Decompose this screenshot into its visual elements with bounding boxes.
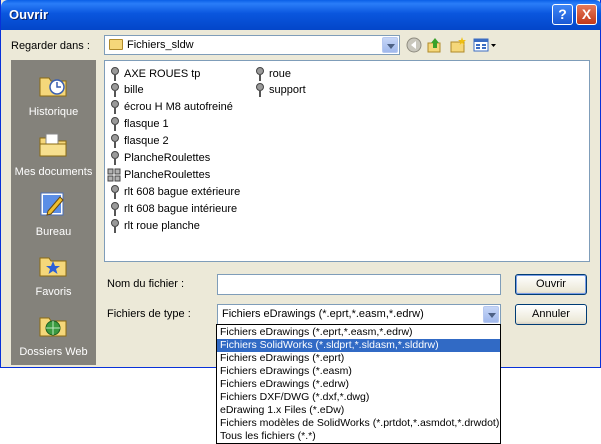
place-history[interactable]: Historique xyxy=(11,63,96,121)
part-icon xyxy=(111,151,119,166)
file-type-option[interactable]: Fichiers eDrawings (*.eprt,*.easm,*.edrw… xyxy=(217,326,500,339)
views-menu-icon xyxy=(473,38,496,52)
look-in-value: Fichiers_sldw xyxy=(127,39,194,51)
file-name: rlt 608 bague intérieure xyxy=(124,203,238,215)
place-label: Historique xyxy=(28,106,79,118)
list-item[interactable]: support xyxy=(254,82,306,98)
part-icon xyxy=(111,67,119,82)
part-icon xyxy=(256,83,264,98)
look-in-label: Regarder dans : xyxy=(11,40,90,52)
file-name: écrou H M8 autofreiné xyxy=(124,101,233,113)
help-button[interactable]: ? xyxy=(552,4,573,25)
place-desktop[interactable]: Bureau xyxy=(11,183,96,241)
file-type-option[interactable]: Fichiers DXF/DWG (*.dxf,*.dwg) xyxy=(217,391,500,404)
open-button[interactable]: Ouvrir xyxy=(515,274,587,295)
place-my-documents[interactable]: Mes documents xyxy=(11,123,96,181)
my-documents-icon xyxy=(39,133,67,157)
place-web-folders[interactable]: Dossiers Web xyxy=(11,303,96,361)
desktop-icon xyxy=(40,192,64,216)
file-name: flasque 1 xyxy=(124,118,169,130)
chevron-down-icon[interactable] xyxy=(382,37,398,53)
file-name: PlancheRoulettes xyxy=(124,169,211,181)
list-item[interactable]: roue xyxy=(254,66,291,82)
file-name-input[interactable] xyxy=(217,274,501,295)
place-favorites[interactable]: Favoris xyxy=(11,243,96,301)
file-name-label: Nom du fichier : xyxy=(107,278,185,290)
list-item[interactable]: écrou H M8 autofreiné xyxy=(109,99,233,115)
part-icon xyxy=(111,83,119,98)
back-button[interactable] xyxy=(405,37,423,53)
close-icon: X xyxy=(581,6,592,22)
file-name: rlt roue planche xyxy=(124,220,200,232)
part-icon xyxy=(111,202,119,217)
favorites-icon xyxy=(39,257,67,277)
file-name: roue xyxy=(269,68,292,80)
close-button[interactable]: X xyxy=(576,4,597,25)
file-type-option[interactable]: Fichiers eDrawings (*.easm) xyxy=(217,365,500,378)
history-icon xyxy=(39,77,67,97)
list-item[interactable]: PlancheRoulettes xyxy=(107,167,210,183)
part-icon xyxy=(111,100,119,115)
file-name: flasque 2 xyxy=(124,135,169,147)
file-name: AXE ROUES tp xyxy=(124,68,201,80)
place-label: Mes documents xyxy=(14,166,93,178)
list-item[interactable]: rlt roue planche xyxy=(109,218,200,234)
help-icon: ? xyxy=(558,6,567,22)
file-type-label: Fichiers de type : xyxy=(107,308,191,320)
place-label: Favoris xyxy=(35,286,72,298)
list-item[interactable]: flasque 2 xyxy=(109,133,169,149)
file-name: support xyxy=(269,84,306,96)
file-type-option[interactable]: Tous les fichiers (*.*) xyxy=(217,430,500,443)
places-bar: Historique Mes documents Bureau Favoris … xyxy=(11,60,96,365)
list-item[interactable]: rlt 608 bague extérieure xyxy=(109,184,240,200)
folder-icon xyxy=(109,39,123,50)
look-in-combo[interactable]: Fichiers_sldw xyxy=(104,35,400,55)
up-folder-icon xyxy=(427,38,441,53)
place-label: Dossiers Web xyxy=(19,346,88,358)
open-dialog: Ouvrir ? X Regarder dans : Fichiers_sldw… xyxy=(0,0,601,368)
new-folder-icon xyxy=(450,37,466,53)
list-item[interactable]: AXE ROUES tp xyxy=(109,66,200,82)
cancel-button[interactable]: Annuler xyxy=(515,304,587,325)
file-name: rlt 608 bague extérieure xyxy=(124,186,241,198)
chevron-down-icon[interactable] xyxy=(483,306,499,323)
file-type-value: Fichiers eDrawings (*.eprt,*.easm,*.edrw… xyxy=(222,308,424,320)
file-list[interactable]: AXE ROUES tp bille écrou H M8 autofreiné… xyxy=(104,60,590,262)
web-folders-icon xyxy=(39,317,67,337)
back-arrow-icon xyxy=(406,37,422,53)
list-item[interactable]: bille xyxy=(109,82,144,98)
list-item[interactable]: rlt 608 bague intérieure xyxy=(109,201,237,217)
place-label: Bureau xyxy=(35,226,72,238)
part-icon xyxy=(111,185,119,200)
file-type-combo[interactable]: Fichiers eDrawings (*.eprt,*.easm,*.edrw… xyxy=(217,304,501,325)
views-menu-button[interactable] xyxy=(473,37,497,53)
file-type-option[interactable]: Fichiers modèles de SolidWorks (*.prtdot… xyxy=(217,417,500,430)
part-icon xyxy=(111,219,119,234)
file-type-option[interactable]: Fichiers eDrawings (*.edrw) xyxy=(217,378,500,391)
new-folder-button[interactable] xyxy=(449,37,467,53)
file-type-option[interactable]: Fichiers eDrawings (*.eprt) xyxy=(217,352,500,365)
file-type-option[interactable]: eDrawing 1.x Files (*.eDw) xyxy=(217,404,500,417)
list-item[interactable]: PlancheRoulettes xyxy=(109,150,210,166)
up-folder-button[interactable] xyxy=(426,37,444,53)
part-icon xyxy=(111,117,119,132)
file-name: PlancheRoulettes xyxy=(124,152,211,164)
title-bar[interactable]: Ouvrir ? X xyxy=(1,0,601,30)
file-type-option-selected[interactable]: Fichiers SolidWorks (*.sldprt,*.sldasm,*… xyxy=(217,339,500,352)
list-item[interactable]: flasque 1 xyxy=(109,116,169,132)
file-type-dropdown[interactable]: Fichiers eDrawings (*.eprt,*.easm,*.edrw… xyxy=(216,324,501,444)
window-title: Ouvrir xyxy=(9,7,49,22)
assembly-icon xyxy=(107,168,121,182)
file-name: bille xyxy=(124,84,144,96)
part-icon xyxy=(111,134,119,149)
part-icon xyxy=(256,67,264,82)
